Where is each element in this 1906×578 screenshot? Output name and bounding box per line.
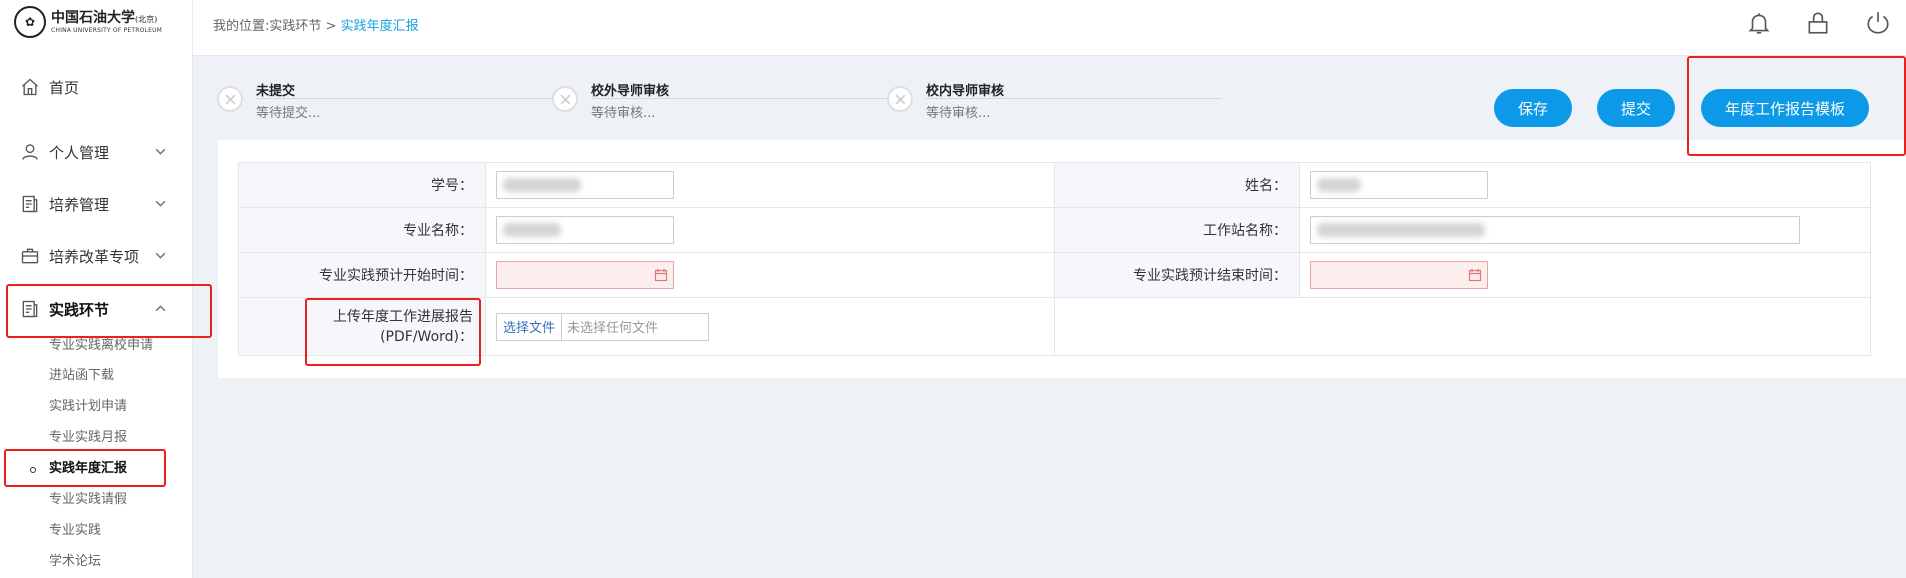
student-id-label: 学号： <box>238 162 486 208</box>
step-desc: 等待审核... <box>926 106 991 121</box>
sidebar-subitem-leave-school[interactable]: 专业实践离校申请 <box>49 335 153 357</box>
sidebar-item-label: 实践环节 <box>49 300 110 319</box>
save-button[interactable]: 保存 <box>1494 89 1572 127</box>
sidebar: ✿ 中国石油大学(北京) CHINA UNIVERSITY OF PETROLE… <box>0 0 193 578</box>
major-label: 专业名称： <box>238 207 486 253</box>
step-connector <box>591 98 891 99</box>
end-date-field[interactable] <box>1310 261 1488 289</box>
logo-cn-name: 中国石油大学 <box>51 9 135 26</box>
logo-en-name: CHINA UNIVERSITY OF PETROLEUM <box>51 26 163 34</box>
step-title: 校外导师审核 <box>591 84 670 99</box>
sidebar-item-label: 首页 <box>49 78 80 97</box>
upload-report-label: 上传年度工作进展报告 (PDF/Word)： <box>238 297 486 356</box>
step-connector <box>256 98 556 99</box>
document-icon <box>22 300 38 318</box>
name-label: 姓名： <box>1054 162 1300 208</box>
briefcase-icon <box>21 248 39 264</box>
step-title: 未提交 <box>256 84 296 99</box>
active-bullet-icon <box>30 467 36 473</box>
document-icon <box>22 195 38 213</box>
power-icon[interactable] <box>1865 10 1891 36</box>
step-internal-review-status <box>887 86 913 112</box>
step-connector <box>926 98 1222 99</box>
calendar-icon[interactable] <box>654 268 668 282</box>
redacted-value <box>503 223 561 237</box>
close-icon <box>895 94 905 104</box>
upload-label-line1: 上传年度工作进展报告 <box>333 308 473 325</box>
file-name-text: 未选择任何文件 <box>567 321 659 336</box>
step-title: 校内导师审核 <box>926 84 1005 99</box>
sidebar-subitem-letter-download[interactable]: 进站函下载 <box>49 365 114 387</box>
sidebar-item-home[interactable]: 首页 <box>0 65 193 109</box>
breadcrumb-prefix: 我的位置: <box>213 19 270 34</box>
breadcrumb-separator: > <box>321 19 341 34</box>
redacted-value <box>1317 223 1485 237</box>
chevron-up-icon <box>155 305 166 312</box>
lock-icon[interactable] <box>1805 10 1831 36</box>
university-logo: ✿ 中国石油大学(北京) CHINA UNIVERSITY OF PETROLE… <box>14 6 162 38</box>
sidebar-item-label: 个人管理 <box>49 143 110 162</box>
sidebar-subitem-annual[interactable]: 实践年度汇报 <box>49 458 127 480</box>
step-external-review-status <box>552 86 578 112</box>
breadcrumb-parent[interactable]: 实践环节 <box>269 19 321 34</box>
step-desc: 等待提交... <box>256 106 321 121</box>
sidebar-item-training[interactable]: 培养管理 <box>0 182 193 226</box>
close-icon <box>225 94 235 104</box>
start-date-label: 专业实践预计开始时间： <box>238 252 486 298</box>
station-label: 工作站名称： <box>1054 207 1300 253</box>
sidebar-item-reform[interactable]: 培养改革专项 <box>0 234 193 278</box>
top-bar: 我的位置:实践环节 > 实践年度汇报 <box>193 0 1906 56</box>
user-icon <box>22 144 38 160</box>
step-not-submitted-status <box>217 86 243 112</box>
file-upload-input[interactable]: 选择文件 未选择任何文件 <box>496 312 710 341</box>
breadcrumb: 我的位置:实践环节 > 实践年度汇报 <box>213 15 419 34</box>
sidebar-subitem-practice[interactable]: 专业实践 <box>49 520 101 542</box>
chevron-down-icon <box>155 252 166 259</box>
name-field[interactable] <box>1310 171 1488 199</box>
sidebar-item-label: 培养改革专项 <box>49 247 140 266</box>
choose-file-button[interactable]: 选择文件 <box>497 313 563 340</box>
bell-icon[interactable] <box>1746 10 1772 36</box>
calendar-icon[interactable] <box>1468 268 1482 282</box>
sidebar-subitem-plan[interactable]: 实践计划申请 <box>49 396 127 418</box>
sidebar-item-practice[interactable]: 实践环节 <box>0 287 193 331</box>
end-date-label: 专业实践预计结束时间： <box>1054 252 1300 298</box>
sidebar-subitem-monthly[interactable]: 专业实践月报 <box>49 427 127 449</box>
redacted-value <box>1317 178 1361 192</box>
empty-cell <box>1054 297 1871 356</box>
student-id-field[interactable] <box>496 171 674 199</box>
submit-button[interactable]: 提交 <box>1597 89 1675 127</box>
redacted-value <box>503 178 581 192</box>
station-field[interactable] <box>1310 216 1800 244</box>
sidebar-subitem-leave[interactable]: 专业实践请假 <box>49 489 127 511</box>
step-desc: 等待审核... <box>591 106 656 121</box>
sidebar-subitem-forum[interactable]: 学术论坛 <box>49 551 101 573</box>
breadcrumb-current: 实践年度汇报 <box>340 19 419 34</box>
chevron-down-icon <box>155 148 166 155</box>
logo-cn-suffix: (北京) <box>135 14 158 24</box>
sidebar-item-personal[interactable]: 个人管理 <box>0 130 193 174</box>
upload-label-line2: (PDF/Word)： <box>380 328 473 345</box>
report-form: 学号： 姓名： 专业名称： 工作站名称： 专业实践预计开始时间： 专业实践预计结… <box>238 162 1871 356</box>
chevron-down-icon <box>155 200 166 207</box>
home-icon <box>22 78 38 96</box>
start-date-field[interactable] <box>496 261 674 289</box>
major-field[interactable] <box>496 216 674 244</box>
annual-report-template-button[interactable]: 年度工作报告模板 <box>1701 89 1869 127</box>
close-icon <box>560 94 570 104</box>
university-seal-icon: ✿ <box>14 6 46 38</box>
sidebar-item-label: 培养管理 <box>49 195 110 214</box>
